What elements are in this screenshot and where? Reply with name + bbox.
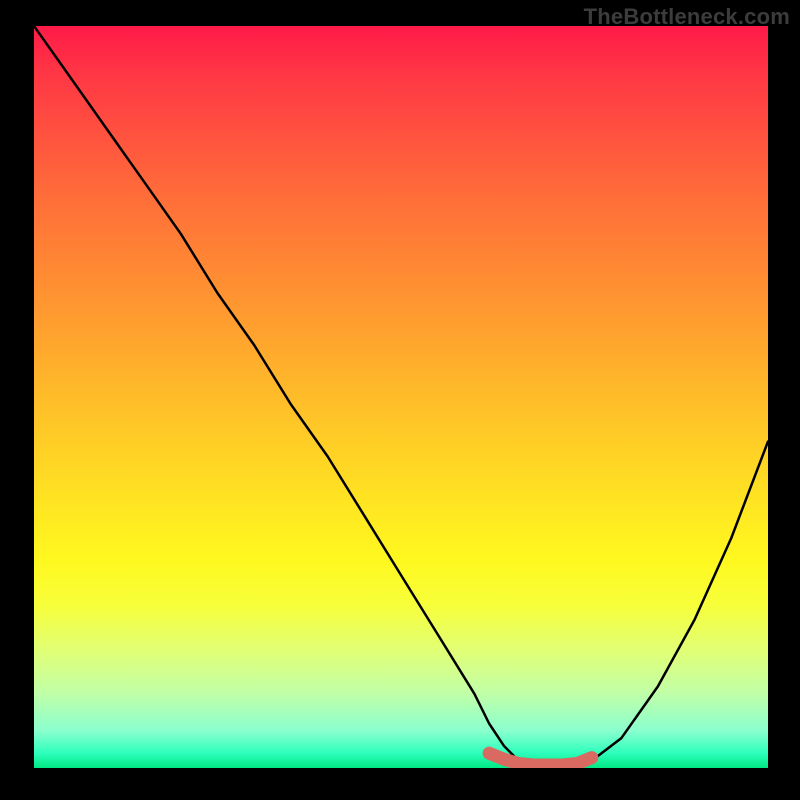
curve-svg — [34, 26, 768, 768]
plot-area — [34, 26, 768, 768]
highlight-segment-path — [489, 753, 592, 765]
chart-frame: TheBottleneck.com — [0, 0, 800, 800]
bottleneck-curve-path — [34, 26, 768, 768]
